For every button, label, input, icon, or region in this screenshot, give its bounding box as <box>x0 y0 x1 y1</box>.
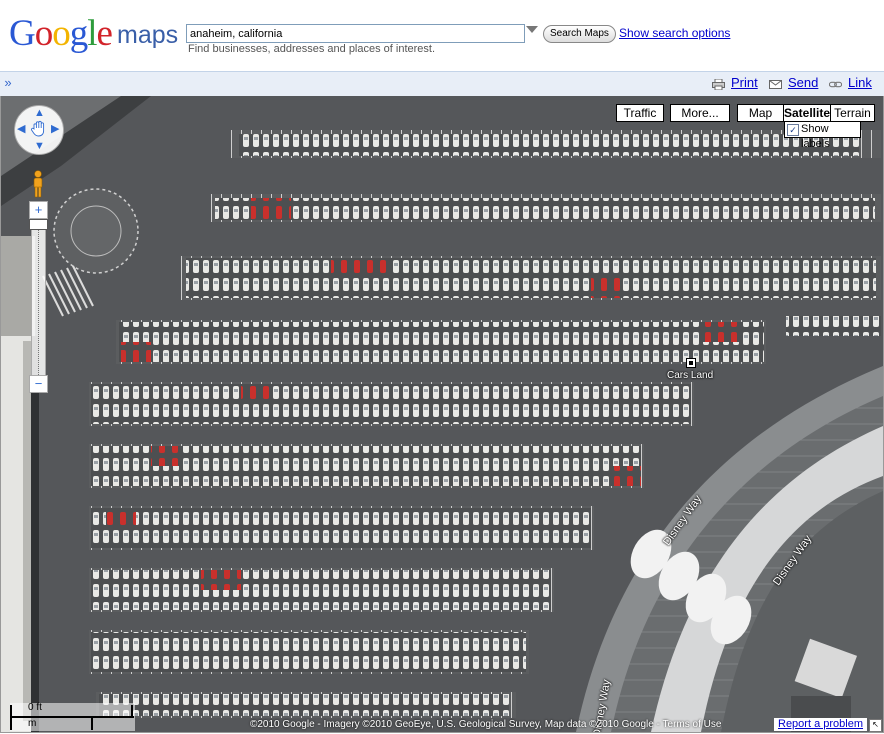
pan-control[interactable]: ▲ ◀ ▶ ▼ <box>14 105 64 155</box>
satellite-imagery <box>1 96 883 732</box>
zoom-slider-handle[interactable] <box>29 219 48 230</box>
map-copyright[interactable]: ©2010 Google - Imagery ©2010 GeoEye, U.S… <box>250 719 721 730</box>
envelope-icon[interactable] <box>769 79 782 90</box>
header: Google maps Search Maps Show search opti… <box>0 0 884 70</box>
satellite-map[interactable]: Disney Way Disney Way Disney Way <box>0 96 884 733</box>
traffic-button[interactable]: Traffic <box>616 104 664 122</box>
more-button[interactable]: More... <box>670 104 730 122</box>
overview-map-toggle-icon[interactable]: ↖ <box>869 719 882 732</box>
scale-feet-label: 0 ft <box>28 702 42 713</box>
show-search-options-link[interactable]: Show search options <box>619 26 730 40</box>
place-marker-dot <box>689 361 693 365</box>
place-label-cars-land[interactable]: Cars Land <box>667 370 713 381</box>
street-view-pegman-icon[interactable] <box>31 170 45 198</box>
print-link[interactable]: Print <box>731 75 758 90</box>
search-maps-button[interactable]: Search Maps <box>543 25 616 43</box>
search-history-dropdown-icon[interactable] <box>526 26 538 33</box>
show-labels-label: Show labels <box>801 123 830 150</box>
link-link[interactable]: Link <box>848 75 872 90</box>
show-labels-checkbox[interactable]: ✓ <box>787 124 799 136</box>
zoom-slider-tickline <box>38 219 40 375</box>
zoom-out-button[interactable]: − <box>29 375 48 393</box>
search-input[interactable] <box>186 24 525 43</box>
pan-right-icon[interactable]: ▶ <box>51 124 59 135</box>
report-problem-link[interactable]: Report a problem <box>774 718 867 731</box>
map-type-terrain-button[interactable]: Terrain <box>830 104 875 122</box>
chain-link-icon[interactable] <box>829 79 842 90</box>
map-type-satellite-button[interactable]: Satellite <box>783 104 831 122</box>
zoom-in-button[interactable]: + <box>29 201 48 219</box>
maps-logo-text[interactable]: maps <box>117 21 178 50</box>
send-link[interactable]: Send <box>788 75 818 90</box>
show-labels-toggle[interactable]: ✓ Show labels <box>784 121 861 150</box>
map-type-map-button[interactable]: Map <box>737 104 784 122</box>
search-hint: Find businesses, addresses and places of… <box>188 43 436 55</box>
zoom-slider-track[interactable] <box>31 218 46 376</box>
hand-drag-icon[interactable] <box>29 119 49 139</box>
pan-up-icon[interactable]: ▲ <box>34 108 45 119</box>
panel-toggle-button[interactable]: » <box>0 74 16 92</box>
pan-down-icon[interactable]: ▼ <box>34 141 45 152</box>
printer-icon[interactable] <box>712 79 725 90</box>
scale-meters-label: m <box>28 718 37 729</box>
place-marker-icon[interactable] <box>686 358 696 368</box>
pan-left-icon[interactable]: ◀ <box>17 124 25 135</box>
google-logo[interactable]: Google <box>9 13 113 55</box>
